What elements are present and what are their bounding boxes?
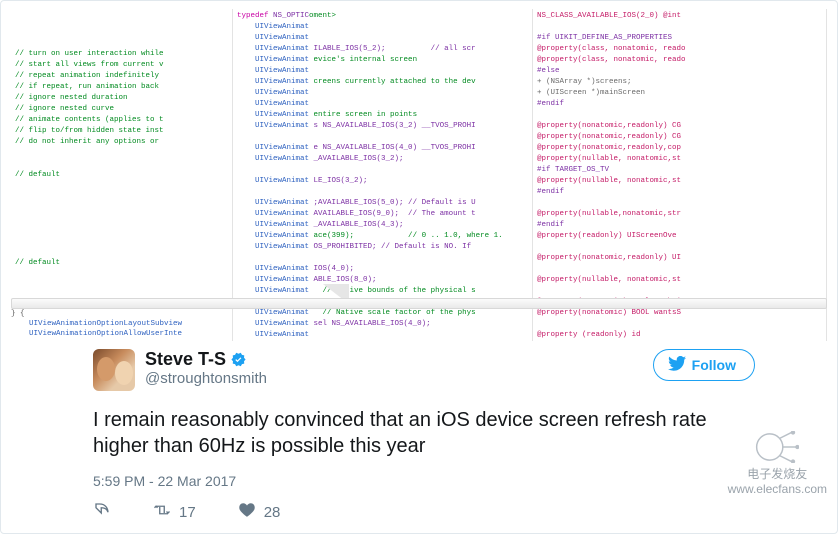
- twitter-bird-icon: [668, 356, 686, 374]
- code-comment: // flip to/from hidden state inst: [15, 127, 164, 135]
- avatar[interactable]: [93, 349, 135, 391]
- follow-button[interactable]: Follow: [653, 349, 755, 381]
- code-comment: // default: [15, 259, 60, 267]
- code-brace: } {: [11, 310, 25, 318]
- display-name[interactable]: Steve T-S: [145, 349, 226, 370]
- watermark-text-1: 电子发烧友: [728, 467, 827, 482]
- diff-pane-right: NS_CLASS_AVAILABLE_IOS(2_0) @int #if UIK…: [533, 9, 827, 341]
- tweet-actions: 17 28: [93, 501, 755, 523]
- tweet-header: Steve T-S @stroughtonsmith Follow: [93, 349, 755, 391]
- reply-icon: [93, 501, 111, 523]
- reply-button[interactable]: [93, 501, 111, 523]
- tweet-card: Steve T-S @stroughtonsmith Follow I rema…: [93, 349, 755, 523]
- verified-badge-icon: [230, 351, 247, 368]
- retweet-icon: [153, 501, 171, 523]
- code-comment: // default: [15, 171, 60, 179]
- heart-icon: [238, 501, 256, 523]
- code-comment: // if repeat, run animation back: [15, 83, 159, 91]
- like-button[interactable]: 28: [238, 501, 281, 523]
- code-comment: // animate contents (applies to t: [15, 116, 164, 124]
- tweet-text: I remain reasonably convinced that an iO…: [93, 407, 755, 459]
- user-handle[interactable]: @stroughtonsmith: [145, 370, 643, 387]
- watermark-text-2: www.elecfans.com: [728, 482, 827, 497]
- like-count: 28: [264, 504, 281, 521]
- code-comment: // start all views from current v: [15, 61, 164, 69]
- code-comment: // ignore nested curve: [15, 105, 114, 113]
- diff-pane-bottom: } { UIViewAnimationOptionLayoutSubview U…: [11, 309, 827, 339]
- follow-label: Follow: [692, 357, 736, 373]
- retweet-count: 17: [179, 504, 196, 521]
- code-comment: // repeat animation indefinitely: [15, 72, 159, 80]
- code-comment: // turn on user interaction while: [15, 50, 164, 58]
- code-comment: // do not inherit any options or: [15, 138, 159, 146]
- retweet-button[interactable]: 17: [153, 501, 196, 523]
- code-token: UIViewAnimationOptionLayoutSubview: [29, 320, 182, 328]
- tweet-timestamp[interactable]: 5:59 PM - 22 Mar 2017: [93, 473, 755, 489]
- watermark-logo-icon: [755, 431, 799, 463]
- code-diff-backdrop: // turn on user interaction while // sta…: [1, 1, 837, 341]
- code-comment: // ignore nested duration: [15, 94, 128, 102]
- diff-pane-left: // turn on user interaction while // sta…: [11, 9, 233, 341]
- diff-pane-middle: typedef NS_OPTIComent> UIViewAnimat UIVi…: [233, 9, 533, 341]
- diff-divider: [11, 298, 827, 309]
- code-token: UIViewAnimationOptionAllowUserInte: [29, 330, 182, 338]
- watermark: 电子发烧友 www.elecfans.com: [728, 431, 827, 497]
